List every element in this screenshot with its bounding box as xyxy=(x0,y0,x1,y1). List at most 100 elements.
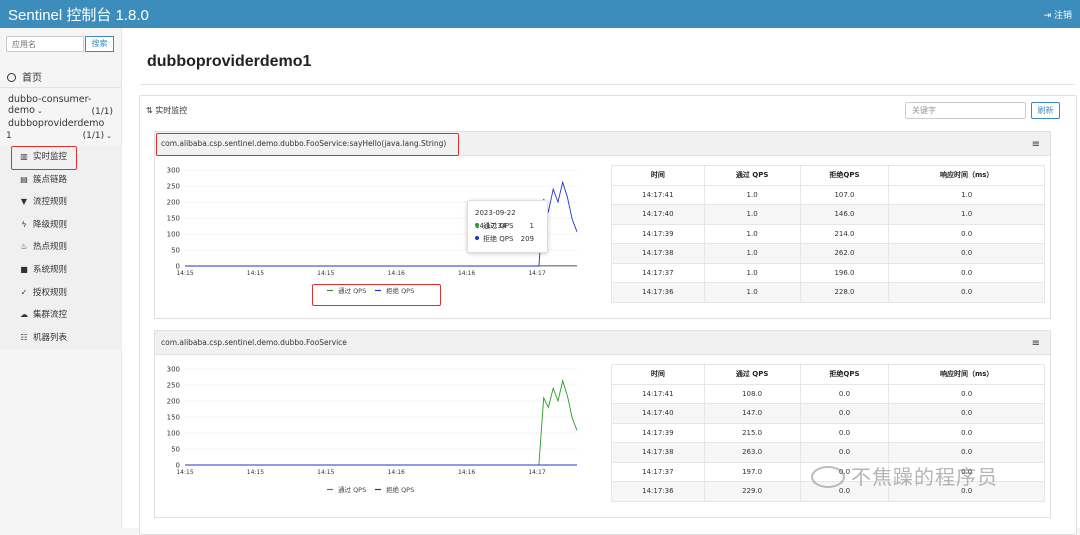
table-row: 14:17:381.0262.00.0 xyxy=(612,244,1045,264)
app-title: Sentinel 控制台 1.8.0 xyxy=(8,4,149,25)
bolt-icon: ϟ xyxy=(19,214,29,237)
col-rt: 响应时间（ms） xyxy=(889,166,1045,186)
table-icon: ☷ xyxy=(19,327,29,350)
sidebar: 搜索 首页 dubbo-consumer-demo⌄ (1/1) dubbopr… xyxy=(0,28,122,528)
x-tick-label: 14:15 xyxy=(317,469,334,476)
tooltip-time: 2023-09-22 14:17:34 xyxy=(475,207,540,220)
app-name-suffix: 1 xyxy=(6,131,12,141)
highlight-box xyxy=(312,284,441,306)
legend-dot-icon xyxy=(475,223,479,227)
x-tick-label: 14:15 xyxy=(247,469,264,476)
app-search: 搜索 xyxy=(6,36,114,52)
refresh-button[interactable]: 刷新 xyxy=(1031,102,1060,119)
chart-tooltip: 2023-09-22 14:17:34 通过 QPS1 拒绝 QPS209 xyxy=(467,200,548,253)
y-tick-label: 200 xyxy=(167,398,180,406)
x-tick-label: 14:16 xyxy=(458,469,475,476)
table-row: 14:17:39215.00.00.0 xyxy=(612,423,1045,443)
y-tick-label: 50 xyxy=(171,247,180,255)
page-title: dubboproviderdemo1 xyxy=(147,53,311,71)
sort-icon: ⇅ xyxy=(146,106,153,115)
legend-dot-icon xyxy=(475,236,479,240)
x-tick-label: 14:15 xyxy=(176,469,193,476)
filter-icon: ▼ xyxy=(19,191,29,214)
card-header: com.alibaba.csp.sentinel.demo.dubbo.FooS… xyxy=(155,331,1050,355)
top-bar: Sentinel 控制台 1.8.0 ⇥ 注销 xyxy=(0,0,1080,28)
table-row: 14:17:40147.00.00.0 xyxy=(612,404,1045,424)
y-tick-label: 250 xyxy=(167,382,180,390)
panel-title: ⇅ 实时监控 xyxy=(146,105,187,116)
table-row: 14:17:391.0214.00.0 xyxy=(612,224,1045,244)
y-tick-label: 250 xyxy=(167,183,180,191)
x-tick-label: 14:16 xyxy=(458,270,475,277)
chevron-down-icon: ⌄ xyxy=(37,107,43,115)
menu-item-auth-rules[interactable]: ✓授权规则 xyxy=(0,282,122,305)
wechat-icon xyxy=(811,466,845,488)
metrics-table: 时间 通过 QPS 拒绝QPS 响应时间（ms） 14:17:411.0107.… xyxy=(611,165,1045,303)
main-content: dubboproviderdemo1 ⇅ 实时监控 关键字 刷新 com.ali… xyxy=(122,28,1080,528)
col-block-qps: 拒绝QPS xyxy=(800,166,889,186)
divider xyxy=(140,84,1075,85)
divider xyxy=(0,87,122,88)
legend-label: 通过 QPS xyxy=(338,485,366,494)
table-row: 14:17:38263.00.00.0 xyxy=(612,443,1045,463)
menu-item-cluster-link[interactable]: ▤簇点链路 xyxy=(0,169,122,192)
col-rt: 响应时间（ms） xyxy=(889,365,1045,385)
qps-chart: 05010015020025030014:1514:1514:1514:1614… xyxy=(157,359,597,509)
app-count: (1/1)⌄ xyxy=(83,131,112,141)
table-row: 14:17:411.0107.01.0 xyxy=(612,185,1045,205)
menu-item-system-rules[interactable]: ■系统规则 xyxy=(0,259,122,282)
x-tick-label: 14:16 xyxy=(388,469,405,476)
highlight-box xyxy=(11,146,77,170)
y-tick-label: 300 xyxy=(167,366,180,374)
menu-item-cluster-flow[interactable]: ☁集群流控 xyxy=(0,304,122,327)
y-tick-label: 100 xyxy=(167,430,180,438)
list-icon: ▤ xyxy=(19,169,29,192)
table-row: 14:17:41108.00.00.0 xyxy=(612,384,1045,404)
y-tick-label: 150 xyxy=(167,414,180,422)
resource-name: com.alibaba.csp.sentinel.demo.dubbo.FooS… xyxy=(161,338,347,347)
menu-item-degrade-rules[interactable]: ϟ降级规则 xyxy=(0,214,122,237)
watermark: 不焦躁的程序员 xyxy=(811,461,998,490)
menu-item-hotspot-rules[interactable]: ♨热点规则 xyxy=(0,236,122,259)
cloud-icon: ☁ xyxy=(19,304,29,327)
menu-item-flow-rules[interactable]: ▼流控规则 xyxy=(0,191,122,214)
check-circle-icon: ✓ xyxy=(19,282,29,305)
menu-icon[interactable]: ≡ xyxy=(1032,139,1040,150)
x-tick-label: 14:15 xyxy=(176,270,193,277)
fire-icon: ♨ xyxy=(19,236,29,259)
home-link[interactable]: 首页 xyxy=(7,69,42,84)
y-tick-label: 300 xyxy=(167,167,180,175)
y-tick-label: 200 xyxy=(167,199,180,207)
app-menu: ▥实时监控 ▤簇点链路 ▼流控规则 ϟ降级规则 ♨热点规则 ■系统规则 ✓授权规… xyxy=(0,146,122,349)
y-tick-label: 150 xyxy=(167,215,180,223)
x-tick-label: 14:17 xyxy=(528,469,545,476)
col-pass-qps: 通过 QPS xyxy=(704,365,800,385)
table-row: 14:17:371.0196.00.0 xyxy=(612,263,1045,283)
lock-icon: ■ xyxy=(19,259,29,282)
dashboard-icon xyxy=(7,73,16,82)
table-row: 14:17:401.0146.01.0 xyxy=(612,205,1045,225)
highlight-box xyxy=(156,133,459,156)
keyword-input[interactable]: 关键字 xyxy=(905,102,1026,119)
app-item-provider[interactable]: dubboproviderdemo xyxy=(8,118,104,129)
x-tick-label: 14:15 xyxy=(317,270,334,277)
series-line xyxy=(185,381,577,465)
search-button[interactable]: 搜索 xyxy=(85,36,114,52)
col-pass-qps: 通过 QPS xyxy=(704,166,800,186)
y-tick-label: 100 xyxy=(167,231,180,239)
col-block-qps: 拒绝QPS xyxy=(800,365,889,385)
y-tick-label: 50 xyxy=(171,446,180,454)
menu-item-machine-list[interactable]: ☷机器列表 xyxy=(0,327,122,350)
logout-icon: ⇥ xyxy=(1044,11,1052,21)
chevron-down-icon: ⌄ xyxy=(106,132,112,140)
x-tick-label: 14:16 xyxy=(388,270,405,277)
app-search-input[interactable] xyxy=(6,36,84,52)
resource-card: com.alibaba.csp.sentinel.demo.dubbo.FooS… xyxy=(154,131,1051,319)
table-row: 14:17:361.0228.00.0 xyxy=(612,283,1045,303)
logout-button[interactable]: ⇥ 注销 xyxy=(1044,8,1072,21)
legend-label: 拒绝 QPS xyxy=(386,485,414,494)
menu-icon[interactable]: ≡ xyxy=(1032,338,1040,349)
col-time: 时间 xyxy=(612,365,705,385)
x-tick-label: 14:15 xyxy=(247,270,264,277)
col-time: 时间 xyxy=(612,166,705,186)
